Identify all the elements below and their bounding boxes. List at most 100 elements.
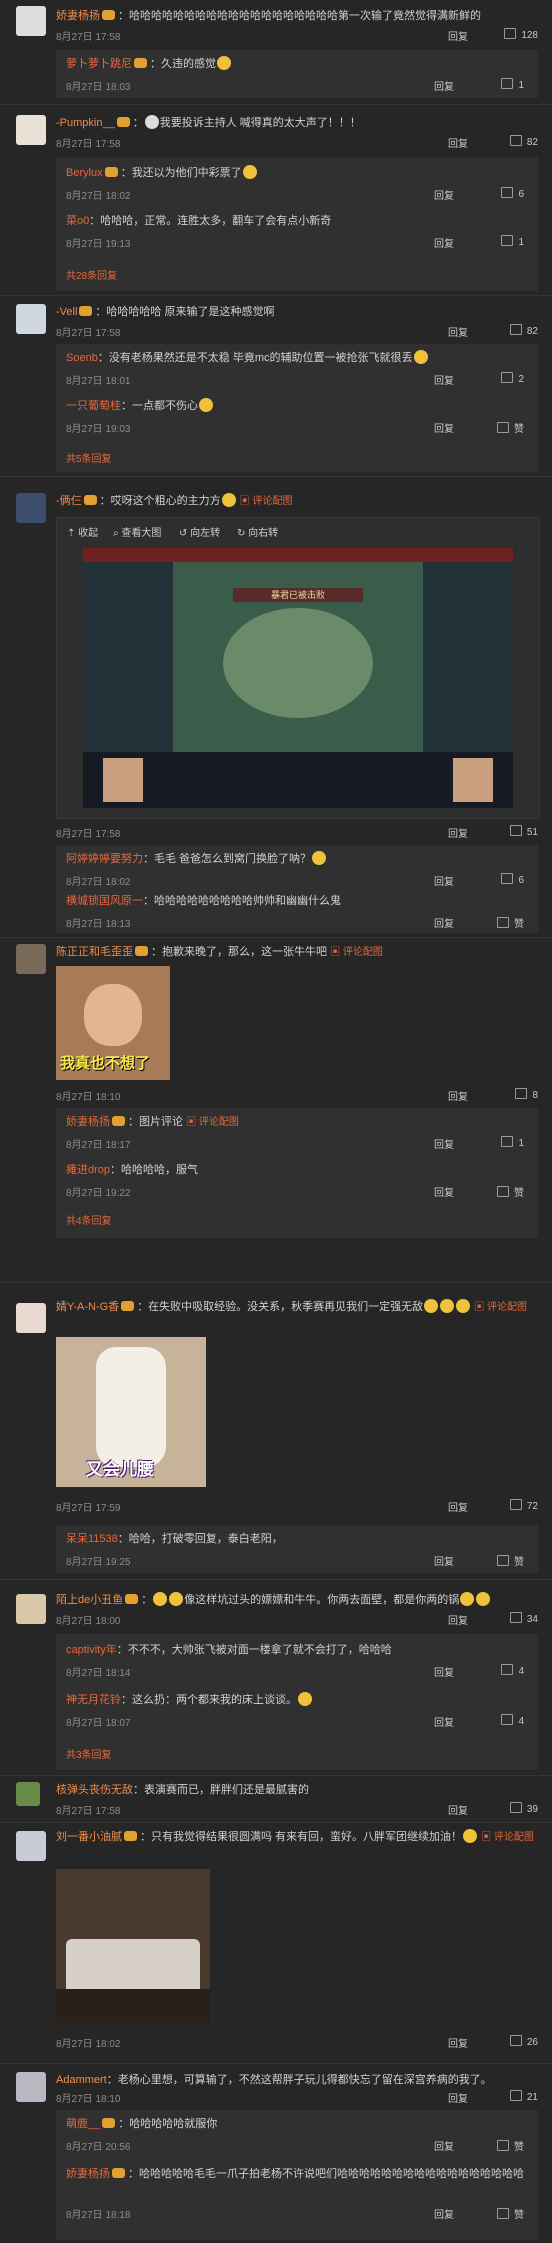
collapse-button[interactable]: ⇡ 收起 — [67, 524, 98, 539]
reply-button[interactable]: 回复 — [448, 2090, 468, 2105]
avatar[interactable] — [16, 944, 46, 974]
like-button[interactable]: 赞 — [497, 2138, 524, 2153]
avatar[interactable] — [16, 115, 46, 145]
reply-button[interactable]: 回复 — [448, 1612, 468, 1627]
reply-user[interactable]: 菜o0 — [66, 215, 89, 227]
reply-button[interactable]: 回复 — [434, 235, 454, 250]
comment-user[interactable]: -Vell — [56, 306, 77, 318]
reply-user[interactable]: 横城锁国风原一 — [66, 895, 143, 907]
like-button[interactable]: 赞 — [497, 1184, 524, 1199]
reply-button[interactable]: 回复 — [434, 2206, 454, 2221]
like-button[interactable]: 赞 — [497, 1553, 524, 1568]
reply-user[interactable]: 娇妻杨扬 — [66, 1116, 110, 1128]
like-button[interactable]: 34 — [509, 1612, 538, 1625]
more-replies-link[interactable]: 共3条回复 — [66, 1746, 112, 1761]
reply-button[interactable]: 回复 — [434, 873, 454, 888]
avatar[interactable] — [16, 1831, 46, 1861]
view-pic-link[interactable]: ▣ 评论配图 — [481, 1832, 534, 1843]
like-button[interactable]: 21 — [509, 2090, 538, 2103]
comment-user[interactable]: 娇妻杨扬 — [56, 10, 100, 22]
like-button[interactable]: 39 — [509, 1802, 538, 1815]
comment-user[interactable]: Adammert — [56, 2074, 107, 2086]
like-button[interactable]: 8 — [515, 1088, 538, 1101]
reply-user[interactable]: 萝卜萝卜跳尼 — [66, 58, 132, 70]
like-button[interactable]: 赞 — [497, 2206, 524, 2221]
comment-user[interactable]: 陌上de小丑鱼 — [56, 1594, 123, 1606]
view-pic-link[interactable]: ▣ 评论配图 — [186, 1117, 239, 1128]
like-button[interactable]: 82 — [509, 324, 538, 337]
reply-button[interactable]: 回复 — [434, 1184, 454, 1199]
avatar[interactable] — [16, 1594, 46, 1624]
comment-user[interactable]: -俩仨 — [56, 495, 82, 507]
comment-user[interactable]: 核弹头丧伤无敌 — [56, 1784, 133, 1796]
reply-button[interactable]: 回复 — [448, 1088, 468, 1103]
reply-button[interactable]: 回复 — [434, 1553, 454, 1568]
reply-button[interactable]: 回复 — [434, 1136, 454, 1151]
reply-button[interactable]: 回复 — [434, 187, 454, 202]
like-button[interactable]: 4 — [501, 1664, 524, 1677]
reply-user[interactable]: Soenb — [66, 352, 98, 364]
reply-user[interactable]: 萌鹿__ — [66, 2118, 100, 2130]
comment-user[interactable]: 陈正正和毛歪歪 — [56, 946, 133, 958]
like-button[interactable]: 6 — [501, 187, 524, 200]
reply-button[interactable]: 回复 — [434, 78, 454, 93]
comment-image[interactable]: 我真也不想了 — [56, 966, 170, 1080]
more-replies-link[interactable]: 共5条回复 — [66, 450, 112, 465]
reply-user[interactable]: 一只葡萄桂 — [66, 400, 121, 412]
reply-button[interactable]: 回复 — [434, 1664, 454, 1679]
rotate-left-button[interactable]: ↺ 向左转 — [179, 524, 220, 539]
reply-user[interactable]: 阿婷婷婷要努力 — [66, 853, 143, 865]
thumb-up-icon — [497, 2140, 509, 2151]
avatar[interactable] — [16, 1303, 46, 1333]
rotate-right-button[interactable]: ↻ 向右转 — [237, 524, 278, 539]
comment-user[interactable]: 刘一番小油腻 — [56, 1831, 122, 1843]
like-button[interactable]: 1 — [501, 1136, 524, 1149]
like-button[interactable]: 82 — [509, 135, 538, 148]
reply-button[interactable]: 回复 — [434, 2138, 454, 2153]
reply-button[interactable]: 回复 — [448, 825, 468, 840]
like-button[interactable]: 2 — [501, 372, 524, 385]
reply-button[interactable]: 回复 — [448, 1802, 468, 1817]
comment-user[interactable]: -Pumpkin__ — [56, 117, 115, 129]
reply-button[interactable]: 回复 — [448, 1499, 468, 1514]
reply-button[interactable]: 回复 — [448, 324, 468, 339]
like-button[interactable]: 赞 — [497, 420, 524, 435]
more-replies-link[interactable]: 共4条回复 — [66, 1212, 112, 1227]
reply-user[interactable]: 神无月花铃 — [66, 1694, 121, 1706]
like-button[interactable]: 1 — [501, 78, 524, 91]
reply-button[interactable]: 回复 — [448, 2035, 468, 2050]
reply-user[interactable]: 呆呆11538 — [66, 1533, 118, 1545]
like-button[interactable]: 4 — [501, 1714, 524, 1727]
comment-image[interactable]: 又会儿腰 — [56, 1337, 206, 1487]
reply-user[interactable]: captivity年 — [66, 1644, 117, 1656]
avatar[interactable] — [16, 304, 46, 334]
view-pic-link[interactable]: ▣ 评论配图 — [330, 947, 383, 958]
reply-user[interactable]: Berylux — [66, 167, 103, 179]
reply-user[interactable]: 娇妻杨扬 — [66, 2168, 110, 2180]
reply-button[interactable]: 回复 — [434, 1714, 454, 1729]
view-pic-link[interactable]: ▣ 评论配图 — [240, 496, 293, 507]
reply-button[interactable]: 回复 — [448, 28, 468, 43]
like-button[interactable]: 赞 — [497, 915, 524, 930]
reply-user[interactable]: 瘫进drop — [66, 1164, 110, 1176]
view-pic-link[interactable]: ▣ 评论配图 — [474, 1302, 527, 1313]
more-replies-link[interactable]: 共28条回复 — [66, 267, 117, 282]
reply-button[interactable]: 回复 — [434, 420, 454, 435]
reply-button[interactable]: 回复 — [434, 372, 454, 387]
comment-image[interactable] — [56, 1869, 210, 2023]
view-large-button[interactable]: ⌕ 查看大图 — [113, 524, 161, 539]
game-screenshot[interactable]: 暴君已被击败 — [83, 548, 513, 808]
avatar[interactable] — [16, 2072, 46, 2102]
like-button[interactable]: 26 — [509, 2035, 538, 2048]
reply-button[interactable]: 回复 — [448, 135, 468, 150]
like-button[interactable]: 72 — [509, 1499, 538, 1512]
avatar[interactable] — [16, 493, 46, 523]
like-button[interactable]: 51 — [509, 825, 538, 838]
like-button[interactable]: 128 — [504, 28, 538, 41]
avatar[interactable] — [16, 6, 46, 36]
comment-user[interactable]: 婧Y-A-N-G香 — [56, 1301, 119, 1313]
like-button[interactable]: 6 — [501, 873, 524, 886]
like-button[interactable]: 1 — [501, 235, 524, 248]
reply-button[interactable]: 回复 — [434, 915, 454, 930]
avatar[interactable] — [16, 1782, 40, 1806]
